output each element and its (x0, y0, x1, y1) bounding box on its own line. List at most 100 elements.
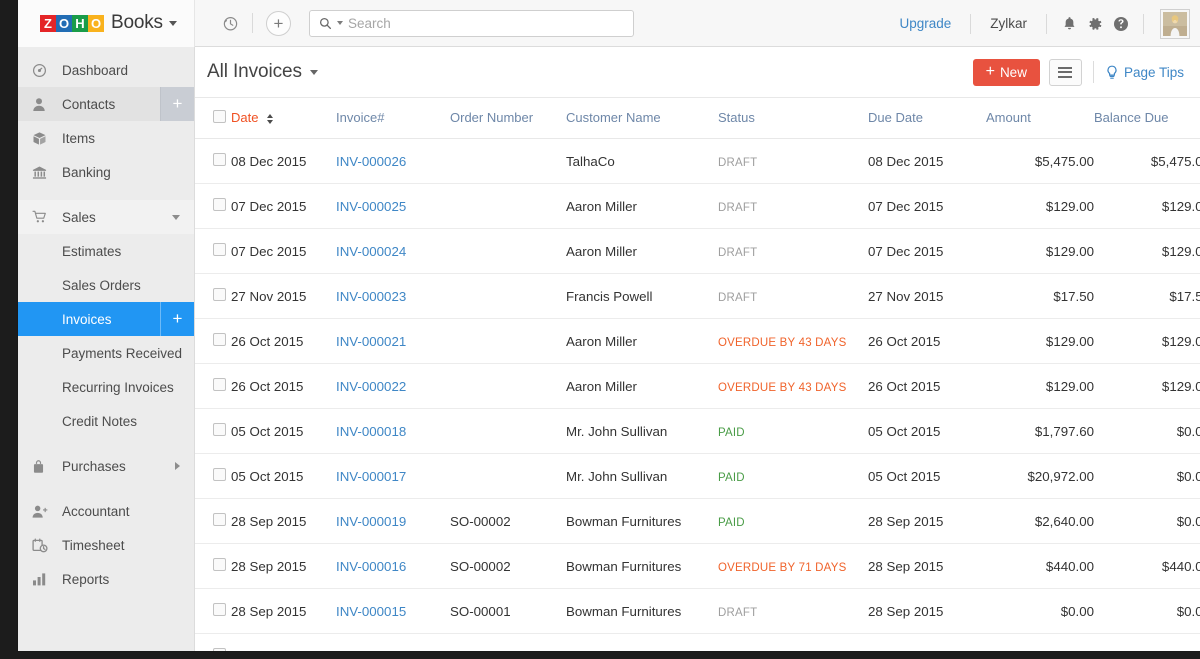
avatar[interactable] (1160, 8, 1190, 39)
column-header-order[interactable]: Order Number (450, 98, 566, 139)
sidebar-item-payments-received[interactable]: Payments Received (18, 336, 194, 370)
invoice-table-container[interactable]: Date Invoice# Order Number Customer Name… (195, 98, 1200, 651)
row-select-cell[interactable] (195, 588, 231, 634)
sidebar-item-estimates[interactable]: Estimates (18, 234, 194, 268)
add-invoice-plus-icon[interactable]: + (160, 302, 194, 336)
sidebar-group-purchases[interactable]: Purchases (18, 449, 194, 483)
invoice-link[interactable]: INV-000018 (336, 424, 406, 439)
global-search-box[interactable] (309, 9, 634, 37)
help-circle-icon[interactable] (1108, 11, 1134, 37)
sort-arrows-icon[interactable] (267, 113, 274, 124)
table-row[interactable]: 28 Sep 2015 INV-000015 SO-00001 Bowman Furn… (195, 588, 1200, 634)
sidebar-item-reports[interactable]: Reports (18, 562, 194, 596)
row-select-cell[interactable] (195, 318, 231, 364)
row-select-cell[interactable] (195, 453, 231, 499)
row-select-cell[interactable] (195, 408, 231, 454)
cell-invoice[interactable]: INV-000024 (336, 228, 450, 274)
cell-invoice[interactable]: INV-000015 (336, 588, 450, 634)
invoice-link[interactable]: INV-000022 (336, 379, 406, 394)
cell-invoice[interactable]: INV-000023 (336, 273, 450, 319)
upgrade-link[interactable]: Upgrade (889, 16, 961, 31)
sidebar-item-recurring-invoices[interactable]: Recurring Invoices (18, 370, 194, 404)
column-header-balance[interactable]: Balance Due (1094, 98, 1200, 139)
table-row[interactable]: 07 Dec 2015 INV-000024 Aaron Miller DRAFT 07… (195, 228, 1200, 274)
row-checkbox[interactable] (213, 513, 226, 526)
cell-invoice[interactable]: INV-000026 (336, 138, 450, 184)
more-actions-hamburger-menu-icon[interactable] (1048, 58, 1082, 86)
row-checkbox[interactable] (213, 333, 226, 346)
invoice-link[interactable]: INV-000024 (336, 244, 406, 259)
invoice-link[interactable]: INV-000019 (336, 514, 406, 529)
quick-add-plus-icon[interactable]: + (266, 10, 291, 36)
column-header-invoice[interactable]: Invoice# (336, 98, 450, 139)
invoice-link[interactable]: INV-000017 (336, 469, 406, 484)
sidebar-item-timesheet[interactable]: Timesheet (18, 528, 194, 562)
row-checkbox[interactable] (213, 558, 226, 571)
new-invoice-button[interactable]: + New (972, 58, 1040, 86)
bell-icon[interactable] (1056, 11, 1082, 37)
row-checkbox[interactable] (213, 153, 226, 166)
column-header-customer[interactable]: Customer Name (566, 98, 718, 139)
row-checkbox[interactable] (213, 288, 226, 301)
sidebar-item-contacts[interactable]: Contacts + (18, 87, 194, 121)
sidebar-item-credit-notes[interactable]: Credit Notes (18, 404, 194, 438)
column-header-due-date[interactable]: Due Date (868, 98, 986, 139)
row-checkbox[interactable] (213, 198, 226, 211)
row-select-cell[interactable] (195, 633, 231, 651)
invoice-link[interactable]: INV-000025 (336, 199, 406, 214)
row-checkbox[interactable] (213, 468, 226, 481)
column-header-date[interactable]: Date (231, 98, 336, 139)
view-chevron-down-icon[interactable] (309, 69, 318, 75)
invoice-link[interactable]: INV-000021 (336, 334, 406, 349)
search-scope-chevron-down-icon[interactable] (337, 21, 343, 25)
search-input[interactable] (348, 15, 624, 31)
row-select-cell[interactable] (195, 543, 231, 589)
table-row[interactable]: 10 Sep 2015INV-000014ABC DevicesPAID10 S… (195, 633, 1200, 652)
table-row[interactable]: 28 Sep 2015 INV-000019 SO-00002 Bowman Furn… (195, 498, 1200, 544)
table-row[interactable]: 07 Dec 2015 INV-000025 Aaron Miller DRAFT 07… (195, 183, 1200, 229)
row-select-cell[interactable] (195, 138, 231, 184)
select-all-checkbox[interactable] (213, 109, 226, 123)
table-row[interactable]: 28 Sep 2015 INV-000016 SO-00002 Bowman Furn… (195, 543, 1200, 589)
select-all-header[interactable] (195, 98, 231, 139)
table-row[interactable]: 27 Nov 2015 INV-000023 Francis Powell DRAFT… (195, 273, 1200, 319)
organization-name[interactable]: Zylkar (980, 16, 1037, 31)
sidebar-item-invoices[interactable]: Invoices + (18, 302, 194, 336)
column-header-status[interactable]: Status (718, 98, 868, 139)
row-select-cell[interactable] (195, 363, 231, 409)
table-row[interactable]: 05 Oct 2015 INV-000018 Mr. John Sullivan PA… (195, 408, 1200, 454)
cell-invoice[interactable]: INV-000017 (336, 453, 450, 499)
invoice-link[interactable]: INV-000026 (336, 154, 406, 169)
cell-invoice[interactable]: INV-000019 (336, 498, 450, 544)
cell-invoice[interactable]: INV-000016 (336, 543, 450, 589)
cell-invoice[interactable]: INV-000022 (336, 363, 450, 409)
table-row[interactable]: 26 Oct 2015 INV-000022 Aaron Miller OVERDUE… (195, 363, 1200, 409)
table-row[interactable]: 26 Oct 2015 INV-000021 Aaron Miller OVERDUE… (195, 318, 1200, 364)
add-contact-plus-icon[interactable]: + (160, 87, 194, 121)
chevron-down-icon[interactable] (172, 214, 180, 220)
row-checkbox[interactable] (213, 603, 226, 616)
row-select-cell[interactable] (195, 498, 231, 544)
column-header-amount[interactable]: Amount (986, 98, 1094, 139)
cell-invoice[interactable]: INV-000018 (336, 408, 450, 454)
invoice-link[interactable]: INV-000014 (336, 649, 406, 652)
sidebar-item-banking[interactable]: Banking (18, 155, 194, 189)
row-checkbox[interactable] (213, 243, 226, 256)
cell-invoice[interactable]: INV-000025 (336, 183, 450, 229)
row-select-cell[interactable] (195, 183, 231, 229)
sidebar-item-dashboard[interactable]: Dashboard (18, 53, 194, 87)
row-checkbox[interactable] (213, 378, 226, 391)
row-checkbox[interactable] (213, 423, 226, 436)
gear-icon[interactable] (1082, 11, 1108, 37)
invoice-link[interactable]: INV-000015 (336, 604, 406, 619)
cell-invoice[interactable]: INV-000014 (336, 633, 450, 652)
brand-area[interactable]: Z O H O Books (18, 0, 195, 47)
invoice-link[interactable]: INV-000016 (336, 559, 406, 574)
page-tips-button[interactable]: Page Tips (1105, 65, 1188, 80)
cell-invoice[interactable]: INV-000021 (336, 318, 450, 364)
table-row[interactable]: 05 Oct 2015 INV-000017 Mr. John Sullivan PA… (195, 453, 1200, 499)
sidebar-item-items[interactable]: Items (18, 121, 194, 155)
table-row[interactable]: 08 Dec 2015 INV-000026 TalhaCo DRAFT 08 Dec … (195, 138, 1200, 184)
sidebar-item-accountant[interactable]: Accountant (18, 494, 194, 528)
row-select-cell[interactable] (195, 228, 231, 274)
